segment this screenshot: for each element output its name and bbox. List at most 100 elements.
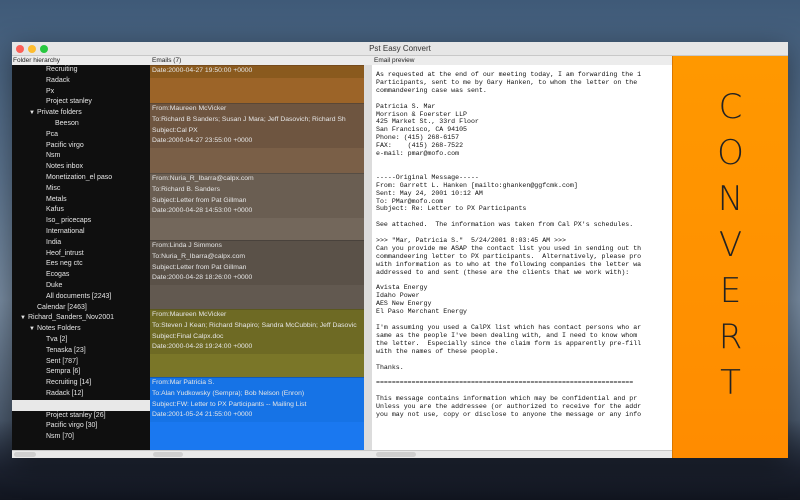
emails-header: Emails (7) xyxy=(152,57,182,64)
convert-letter: N xyxy=(717,179,744,219)
convert-button[interactable]: CONVERT xyxy=(672,56,788,458)
email-to: To:Richard B Sanders; Susan J Mara; Jeff… xyxy=(152,115,346,123)
folder-item[interactable]: Nsm xyxy=(12,151,150,162)
folder-item[interactable]: Recruiting [14] xyxy=(12,378,150,389)
folder-item[interactable]: Pacific virgo [30] xyxy=(12,421,150,432)
folder-item[interactable]: Calendar [2463] xyxy=(12,303,150,314)
email-list-item[interactable]: From:Maureen McVicker To:Richard B Sander… xyxy=(150,103,364,173)
email-from: From:Mar Patricia S. xyxy=(152,379,215,386)
email-subject: Subject:Cal PX xyxy=(152,126,198,134)
email-header-block: From:Mar Patricia S. To:Alan Yudkowsky (S… xyxy=(150,378,364,423)
folder-item[interactable]: Radack [12] xyxy=(12,389,150,400)
email-list-item[interactable]: Date:2000-04-27 19:50:00 +0000 xyxy=(150,65,364,103)
folder-label: Monetization_el paso xyxy=(46,173,113,181)
folder-item[interactable]: Nsm [70] xyxy=(12,432,150,443)
folder-label: Misc xyxy=(46,184,61,192)
window-controls xyxy=(16,45,48,53)
folder-label: Pacific virgo [30] xyxy=(46,422,98,430)
email-from: From:Linda J Simmons xyxy=(152,242,222,249)
email-list[interactable]: Date:2000-04-27 19:50:00 +0000 From:Maure… xyxy=(150,65,364,450)
email-header-block: From:Linda J Simmons To:Nuria_R_Ibarra@ca… xyxy=(150,241,364,286)
folder-item[interactable]: Radack xyxy=(12,76,150,87)
folder-item[interactable]: India xyxy=(12,238,150,249)
folder-label: Radack [12] xyxy=(46,389,84,397)
folder-item[interactable]: ▼ Notes Folders xyxy=(12,324,150,335)
folder-tree[interactable]: Recruiting Radack Px Project stanley ▼ Privat… xyxy=(12,65,150,450)
email-list-item[interactable]: From:Mar Patricia S. To:Alan Yudkowsky (S… xyxy=(150,377,364,450)
email-header-block: From:Nuria_R_Ibarra@calpx.com To:Richard … xyxy=(150,174,364,219)
folder-label: Iso_ pricecaps xyxy=(46,217,92,225)
folder-item[interactable]: Sent [787] xyxy=(12,357,150,368)
email-date: Date:2000-04-28 14:53:00 +0000 xyxy=(152,207,253,215)
folder-label: Duke xyxy=(46,281,63,289)
disclosure-triangle-icon[interactable]: ▼ xyxy=(20,313,28,324)
folder-item[interactable]: Pacific virgo xyxy=(12,141,150,152)
folder-item[interactable]: Recruiting xyxy=(12,65,150,76)
title-bar: Pst Easy Convert xyxy=(12,42,788,56)
disclosure-triangle-icon[interactable]: ▼ xyxy=(29,324,37,335)
folder-item[interactable]: Beeson xyxy=(12,119,150,130)
folder-label: Project stanley xyxy=(46,98,92,106)
folder-item[interactable]: Kafus xyxy=(12,205,150,216)
email-subject: Subject:Letter from Pat Gillman xyxy=(152,263,247,271)
folder-item[interactable]: International xyxy=(12,227,150,238)
email-preview-text: As requested at the end of our meeting t… xyxy=(376,71,642,418)
zoom-window-button[interactable] xyxy=(40,45,48,53)
emails-scrollbar[interactable] xyxy=(153,452,183,457)
folder-item[interactable]: Tenaska [23] xyxy=(12,346,150,357)
folder-item[interactable]: ▼ Private folders xyxy=(12,108,150,119)
folder-label: Pca xyxy=(46,130,59,138)
preview-scrollbar[interactable] xyxy=(376,452,416,457)
folder-item[interactable]: Ees neg ctc xyxy=(12,259,150,270)
email-preview-header: Email preview xyxy=(374,57,415,64)
folder-item[interactable]: Misc xyxy=(12,184,150,195)
folder-item[interactable]: Px xyxy=(12,87,150,98)
close-window-button[interactable] xyxy=(16,45,24,53)
folder-item[interactable]: Project stanley [26] xyxy=(12,411,150,422)
folder-item[interactable]: Sempra [6] xyxy=(12,367,150,378)
folder-label: Recruiting xyxy=(46,66,78,73)
folder-label: Heof_intrust xyxy=(46,249,84,257)
email-list-item[interactable]: From:Linda J Simmons To:Nuria_R_Ibarra@ca… xyxy=(150,240,364,309)
folder-item[interactable]: Iso_ pricecaps xyxy=(12,216,150,227)
folder-item[interactable]: Pca xyxy=(12,130,150,141)
window-title: Pst Easy Convert xyxy=(369,44,431,53)
folder-label: Sempra [6] xyxy=(46,368,81,376)
folder-item[interactable]: Heof_intrust xyxy=(12,249,150,260)
folder-item[interactable]: ▼ Richard_Sanders_Nov2001 xyxy=(12,313,150,324)
convert-letter: T xyxy=(720,363,741,403)
folder-label: Notes Folders xyxy=(37,325,81,333)
folder-item[interactable]: Ecogas xyxy=(12,270,150,281)
folder-label: Richard_Sanders_Nov2001 xyxy=(28,314,114,322)
folder-label: International xyxy=(46,227,85,235)
email-date: Date:2001-05-24 21:55:00 +0000 xyxy=(152,411,253,419)
email-subject: Subject:Final Calpx.doc xyxy=(152,332,224,340)
folder-item[interactable]: Metals xyxy=(12,195,150,206)
folder-item[interactable] xyxy=(12,399,150,411)
folder-item[interactable]: Monetization_el paso xyxy=(12,173,150,184)
convert-letter: R xyxy=(718,317,743,357)
email-subject: Subject:Letter from Pat Gillman xyxy=(152,196,247,204)
email-list-item[interactable]: From:Maureen McVicker To:Steven J Kean; R… xyxy=(150,309,364,377)
email-list-item[interactable]: From:Nuria_R_Ibarra@calpx.com To:Richard … xyxy=(150,173,364,240)
folder-scrollbar[interactable] xyxy=(14,452,36,457)
folder-label: Ees neg ctc xyxy=(46,260,83,268)
email-from: From:Nuria_R_Ibarra@calpx.com xyxy=(152,175,254,182)
email-preview-pane[interactable]: As requested at the end of our meeting t… xyxy=(372,65,672,450)
folder-label: Pacific virgo xyxy=(46,141,84,149)
folder-item[interactable]: Notes inbox xyxy=(12,162,150,173)
convert-letter: V xyxy=(718,225,743,265)
email-to: To:Richard B. Sanders xyxy=(152,185,221,193)
folder-item[interactable]: All documents [2243] xyxy=(12,292,150,303)
folder-item[interactable]: Project stanley xyxy=(12,97,150,108)
folder-item[interactable]: Duke xyxy=(12,281,150,292)
minimize-window-button[interactable] xyxy=(28,45,36,53)
convert-label: CONVERT xyxy=(673,84,788,406)
convert-letter: O xyxy=(717,133,744,173)
folder-item[interactable]: Tva [2] xyxy=(12,335,150,346)
email-date: Date:2000-04-27 19:50:00 +0000 xyxy=(152,67,253,74)
disclosure-triangle-icon[interactable]: ▼ xyxy=(29,108,37,119)
pane-splitter[interactable] xyxy=(364,65,372,450)
email-header-block: Date:2000-04-27 19:50:00 +0000 xyxy=(150,66,364,78)
email-from: From:Maureen McVicker xyxy=(152,311,227,318)
